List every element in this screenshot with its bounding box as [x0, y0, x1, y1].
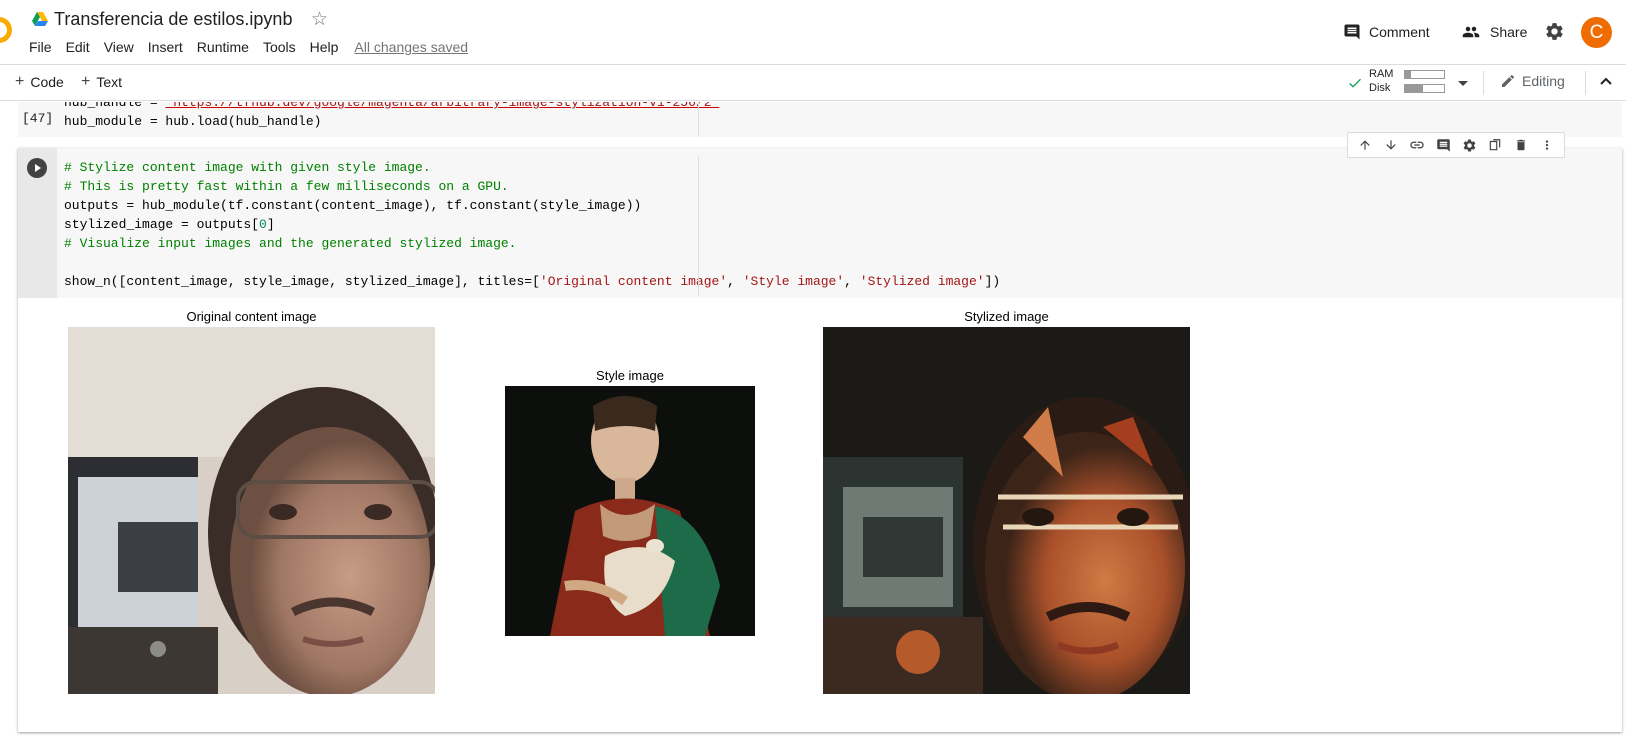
code-cell[interactable]: # Stylize content image with given style… [18, 132, 1622, 732]
cell-toolbar [1347, 132, 1565, 158]
menu-edit[interactable]: Edit [66, 39, 90, 55]
code-cell-input[interactable]: # Stylize content image with given style… [18, 148, 1622, 298]
code-editor[interactable]: # Stylize content image with given style… [64, 158, 1000, 291]
code-string: 'Stylized image' [859, 274, 985, 289]
disk-label: Disk [1369, 82, 1391, 94]
code-editor[interactable]: hub_handle = 'https://tfhub.dev/google/m… [64, 102, 719, 131]
menu-runtime[interactable]: Runtime [197, 39, 249, 55]
pencil-icon [1502, 74, 1515, 87]
editing-label: Editing [1522, 73, 1565, 89]
menu-insert[interactable]: Insert [148, 39, 183, 55]
cell-output: Original content image Style image Styli… [18, 298, 1622, 732]
comment-label: Comment [1369, 24, 1430, 40]
notebook-title[interactable]: Transferencia de estilos.ipynb [54, 9, 292, 30]
save-status[interactable]: All changes saved [354, 39, 468, 55]
app-header: Transferencia de estilos.ipynb ☆ File Ed… [0, 0, 1626, 64]
add-text-button[interactable]: + Text [81, 73, 122, 91]
editing-mode-button[interactable]: Editing [1500, 73, 1565, 89]
code-line: outputs = hub_module(tf.constant(content… [64, 198, 642, 213]
delete-icon[interactable] [1512, 136, 1530, 154]
code-comment: # Stylize content image with given style… [64, 160, 431, 175]
code-line: stylized_image = outputs[ [64, 217, 260, 232]
comment-icon[interactable] [1434, 136, 1452, 154]
colab-logo[interactable] [0, 17, 12, 43]
menu-view[interactable]: View [104, 39, 134, 55]
star-icon[interactable]: ☆ [311, 8, 328, 31]
run-cell-button[interactable] [27, 158, 47, 178]
share-icon [1462, 26, 1480, 38]
style-image [505, 386, 755, 636]
line-length-ruler [698, 102, 699, 137]
code-line: ]) [984, 274, 1001, 289]
code-comment: # Visualize input images and the generat… [64, 236, 517, 251]
drive-icon [32, 12, 48, 26]
disk-usage-fill [1405, 85, 1423, 92]
disk-usage-bar[interactable] [1404, 84, 1445, 93]
content-image [68, 327, 435, 694]
figure-title-style: Style image [596, 368, 664, 383]
more-icon[interactable] [1538, 136, 1556, 154]
code-punct: , [727, 274, 743, 289]
move-down-icon[interactable] [1382, 136, 1400, 154]
comment-icon [1344, 24, 1360, 40]
line-length-ruler [698, 156, 699, 296]
menu-help[interactable]: Help [310, 39, 339, 55]
execution-count: [47] [22, 111, 54, 126]
code-number: 0 [259, 217, 267, 232]
add-text-label: Text [96, 74, 123, 90]
chevron-up-icon[interactable] [1600, 77, 1612, 85]
cell-gutter [18, 148, 57, 298]
ram-label: RAM [1369, 68, 1394, 80]
plus-icon: + [15, 73, 25, 90]
move-up-icon[interactable] [1356, 136, 1374, 154]
gear-icon[interactable] [1544, 21, 1565, 42]
notebook-toolbar: + Code + Text RAM Disk Editing [0, 64, 1626, 101]
avatar[interactable]: C [1581, 17, 1612, 48]
add-code-button[interactable]: + Code [15, 73, 64, 91]
code-line: hub_module = hub.load(hub_handle) [64, 114, 322, 129]
plus-icon: + [81, 73, 91, 90]
comment-button[interactable]: Comment [1343, 20, 1430, 44]
code-string: 'Original content image' [539, 274, 728, 289]
code-comment: # This is pretty fast within a few milli… [64, 179, 509, 194]
ram-usage-bar[interactable] [1404, 70, 1445, 79]
menu-file[interactable]: File [29, 39, 52, 55]
toolbar-divider [1585, 71, 1586, 95]
menu-tools[interactable]: Tools [263, 39, 296, 55]
toolbar-divider [1483, 71, 1484, 95]
check-icon [1349, 78, 1361, 88]
ram-usage-fill [1405, 71, 1411, 78]
settings-icon[interactable] [1460, 136, 1478, 154]
chevron-down-icon[interactable] [1458, 81, 1468, 87]
menu-bar: File Edit View Insert Runtime Tools Help… [29, 39, 468, 55]
figure-title-content: Original content image [186, 309, 317, 324]
share-label: Share [1490, 24, 1528, 40]
link-icon[interactable] [1408, 136, 1426, 154]
share-button[interactable]: Share [1460, 20, 1527, 44]
code-url-string[interactable]: 'https://tfhub.dev/google/magenta/arbitr… [165, 102, 719, 110]
code-punct: , [844, 274, 860, 289]
figure-title-stylized: Stylized image [964, 309, 1049, 324]
mirror-cell-icon[interactable] [1486, 136, 1504, 154]
code-line: hub_handle = [64, 102, 166, 110]
code-line: ] [266, 217, 275, 232]
notebook-area[interactable]: [47] hub_handle = 'https://tfhub.dev/goo… [0, 102, 1626, 736]
code-string: 'Style image' [742, 274, 845, 289]
stylized-image [823, 327, 1190, 694]
code-line: show_n([content_image, style_image, styl… [64, 274, 540, 289]
add-code-label: Code [30, 74, 64, 90]
